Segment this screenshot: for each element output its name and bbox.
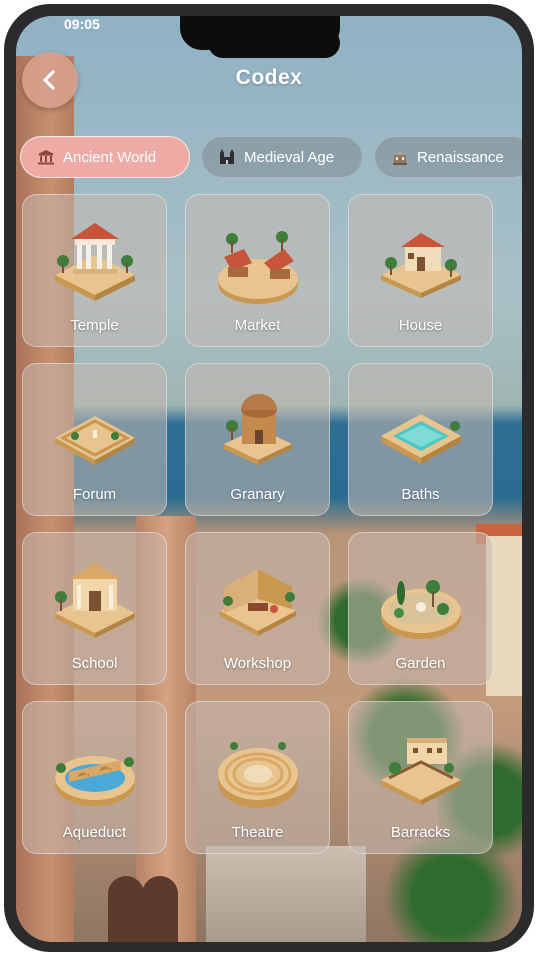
building-card-market[interactable]: Market [185,194,330,347]
baths-icon [381,414,461,464]
house-icon [381,233,461,298]
tab-renaissance[interactable]: Renaissance [374,136,522,178]
palace-icon [393,150,407,165]
camera-notch [208,28,340,58]
garden-icon [381,580,461,639]
castle-icon [220,149,234,164]
building-label: Garden [395,655,446,672]
temple-icon [55,223,135,301]
phone-frame: 09:05 Codex Ancient World Medieval Age R… [4,4,534,952]
building-card-workshop[interactable]: Workshop [185,532,330,685]
background-arch [108,876,144,942]
workshop-icon [220,569,296,636]
market-icon [218,231,298,304]
building-label: School [71,655,118,672]
building-card-forum[interactable]: Forum [22,363,167,516]
tab-ancient-world[interactable]: Ancient World [20,136,190,178]
building-label: Market [234,317,281,334]
building-label: Theatre [231,824,284,841]
building-label: Granary [230,486,285,503]
era-tabs: Ancient World Medieval Age Renaissance [20,136,522,180]
tab-label: Ancient World [63,148,157,166]
building-label: Forum [72,486,117,503]
building-label: Barracks [390,824,451,841]
tab-medieval-age[interactable]: Medieval Age [201,136,363,178]
building-card-aqueduct[interactable]: Aqueduct [22,701,167,854]
school-icon [55,563,135,638]
building-card-theatre[interactable]: Theatre [185,701,330,854]
tab-label: Renaissance [417,148,504,166]
building-card-house[interactable]: House [348,194,493,347]
barracks-icon [381,738,461,805]
tab-label: Medieval Age [244,148,335,166]
temple-icon [38,150,54,165]
background-path [206,846,366,942]
forum-icon [55,416,135,465]
building-label: Baths [401,486,440,503]
building-card-barracks[interactable]: Barracks [348,701,493,854]
theatre-icon [218,742,298,808]
app-screen: 09:05 Codex Ancient World Medieval Age R… [16,16,522,942]
building-label: Temple [70,317,119,334]
aqueduct-icon [55,756,135,806]
granary-icon [224,394,292,465]
building-label: Workshop [223,655,292,672]
page-title: Codex [235,66,303,89]
building-card-granary[interactable]: Granary [185,363,330,516]
building-card-baths[interactable]: Baths [348,363,493,516]
building-label: House [398,317,443,334]
building-label: Aqueduct [62,824,127,841]
building-card-temple[interactable]: Temple [22,194,167,347]
background-arch [142,876,178,942]
status-time: 09:05 [64,16,100,32]
building-card-school[interactable]: School [22,532,167,685]
building-card-garden[interactable]: Garden [348,532,493,685]
